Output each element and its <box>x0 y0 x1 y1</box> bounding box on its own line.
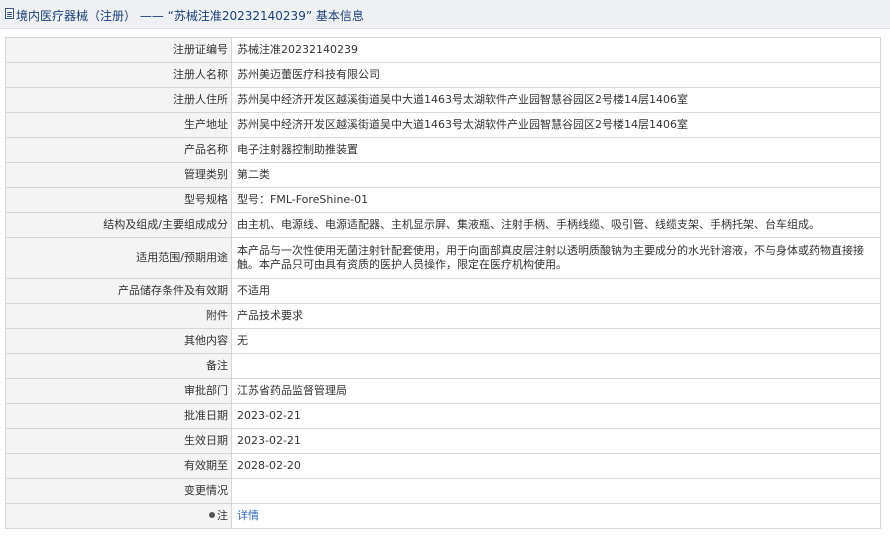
field-value: 产品技术要求 <box>231 303 881 329</box>
field-label: 附件 <box>5 303 232 329</box>
field-value: 2023-02-21 <box>231 428 881 454</box>
field-label: 结构及组成/主要组成成分 <box>5 212 232 238</box>
field-label: 生产地址 <box>5 112 232 138</box>
table-row: 附件 产品技术要求 <box>5 303 881 329</box>
table-row: 适用范围/预期用途 本产品与一次性使用无菌注射针配套使用，用于向面部真皮层注射以… <box>5 237 881 279</box>
info-table: 注册证编号 苏械注准20232140239 注册人名称 苏州美迈蕾医疗科技有限公… <box>5 37 881 529</box>
field-value: 苏州吴中经济开发区越溪街道吴中大道1463号太湖软件产业园智慧谷园区2号楼14层… <box>231 87 881 113</box>
table-row: 审批部门 江苏省药品监督管理局 <box>5 378 881 404</box>
details-link[interactable]: 详情 <box>237 509 259 522</box>
note-label: 注 <box>217 509 228 522</box>
field-label: 批准日期 <box>5 403 232 429</box>
field-label: 注册人住所 <box>5 87 232 113</box>
field-label: 备注 <box>5 353 232 379</box>
table-row: 注册证编号 苏械注准20232140239 <box>5 37 881 63</box>
field-value <box>231 478 881 504</box>
table-row: 变更情况 <box>5 478 881 504</box>
note-value-cell: 详情 <box>231 503 881 529</box>
field-value: 型号：FML-ForeShine-01 <box>231 187 881 213</box>
field-label: 其他内容 <box>5 328 232 354</box>
table-row: 其他内容 无 <box>5 328 881 354</box>
table-row: 型号规格 型号：FML-ForeShine-01 <box>5 187 881 213</box>
field-value: 2028-02-20 <box>231 453 881 479</box>
field-value: 2023-02-21 <box>231 403 881 429</box>
pin-icon <box>209 512 215 518</box>
field-label: 有效期至 <box>5 453 232 479</box>
field-value <box>231 353 881 379</box>
field-label: 变更情况 <box>5 478 232 504</box>
field-label: 注册证编号 <box>5 37 232 63</box>
field-value: 第二类 <box>231 162 881 188</box>
table-row: 注 详情 <box>5 503 881 529</box>
table-row: 注册人住所 苏州吴中经济开发区越溪街道吴中大道1463号太湖软件产业园智慧谷园区… <box>5 87 881 113</box>
page-title: 境内医疗器械（注册） —— “苏械注准20232140239” 基本信息 <box>16 9 364 23</box>
field-value: 本产品与一次性使用无菌注射针配套使用，用于向面部真皮层注射以透明质酸钠为主要成分… <box>231 237 881 279</box>
field-value: 苏械注准20232140239 <box>231 37 881 63</box>
field-value: 电子注射器控制助推装置 <box>231 137 881 163</box>
table-row: 有效期至 2028-02-20 <box>5 453 881 479</box>
table-row: 产品储存条件及有效期 不适用 <box>5 278 881 304</box>
field-label: 生效日期 <box>5 428 232 454</box>
note-label-cell: 注 <box>5 503 232 529</box>
field-label: 注册人名称 <box>5 62 232 88</box>
field-label: 型号规格 <box>5 187 232 213</box>
table-row: 生产地址 苏州吴中经济开发区越溪街道吴中大道1463号太湖软件产业园智慧谷园区2… <box>5 112 881 138</box>
table-row: 备注 <box>5 353 881 379</box>
field-label: 审批部门 <box>5 378 232 404</box>
table-row: 产品名称 电子注射器控制助推装置 <box>5 137 881 163</box>
table-row: 注册人名称 苏州美迈蕾医疗科技有限公司 <box>5 62 881 88</box>
field-label: 适用范围/预期用途 <box>5 237 232 279</box>
table-row: 批准日期 2023-02-21 <box>5 403 881 429</box>
field-value: 由主机、电源线、电源适配器、主机显示屏、集液瓶、注射手柄、手柄线缆、吸引管、线缆… <box>231 212 881 238</box>
field-value: 苏州美迈蕾医疗科技有限公司 <box>231 62 881 88</box>
field-label: 管理类别 <box>5 162 232 188</box>
field-value: 不适用 <box>231 278 881 304</box>
table-row: 管理类别 第二类 <box>5 162 881 188</box>
field-label: 产品名称 <box>5 137 232 163</box>
page-header: 境内医疗器械（注册） —— “苏械注准20232140239” 基本信息 <box>0 0 890 29</box>
field-value: 无 <box>231 328 881 354</box>
field-value: 苏州吴中经济开发区越溪街道吴中大道1463号太湖软件产业园智慧谷园区2号楼14层… <box>231 112 881 138</box>
document-icon <box>5 8 14 19</box>
field-value: 江苏省药品监督管理局 <box>231 378 881 404</box>
table-row: 生效日期 2023-02-21 <box>5 428 881 454</box>
field-label: 产品储存条件及有效期 <box>5 278 232 304</box>
table-row: 结构及组成/主要组成成分 由主机、电源线、电源适配器、主机显示屏、集液瓶、注射手… <box>5 212 881 238</box>
